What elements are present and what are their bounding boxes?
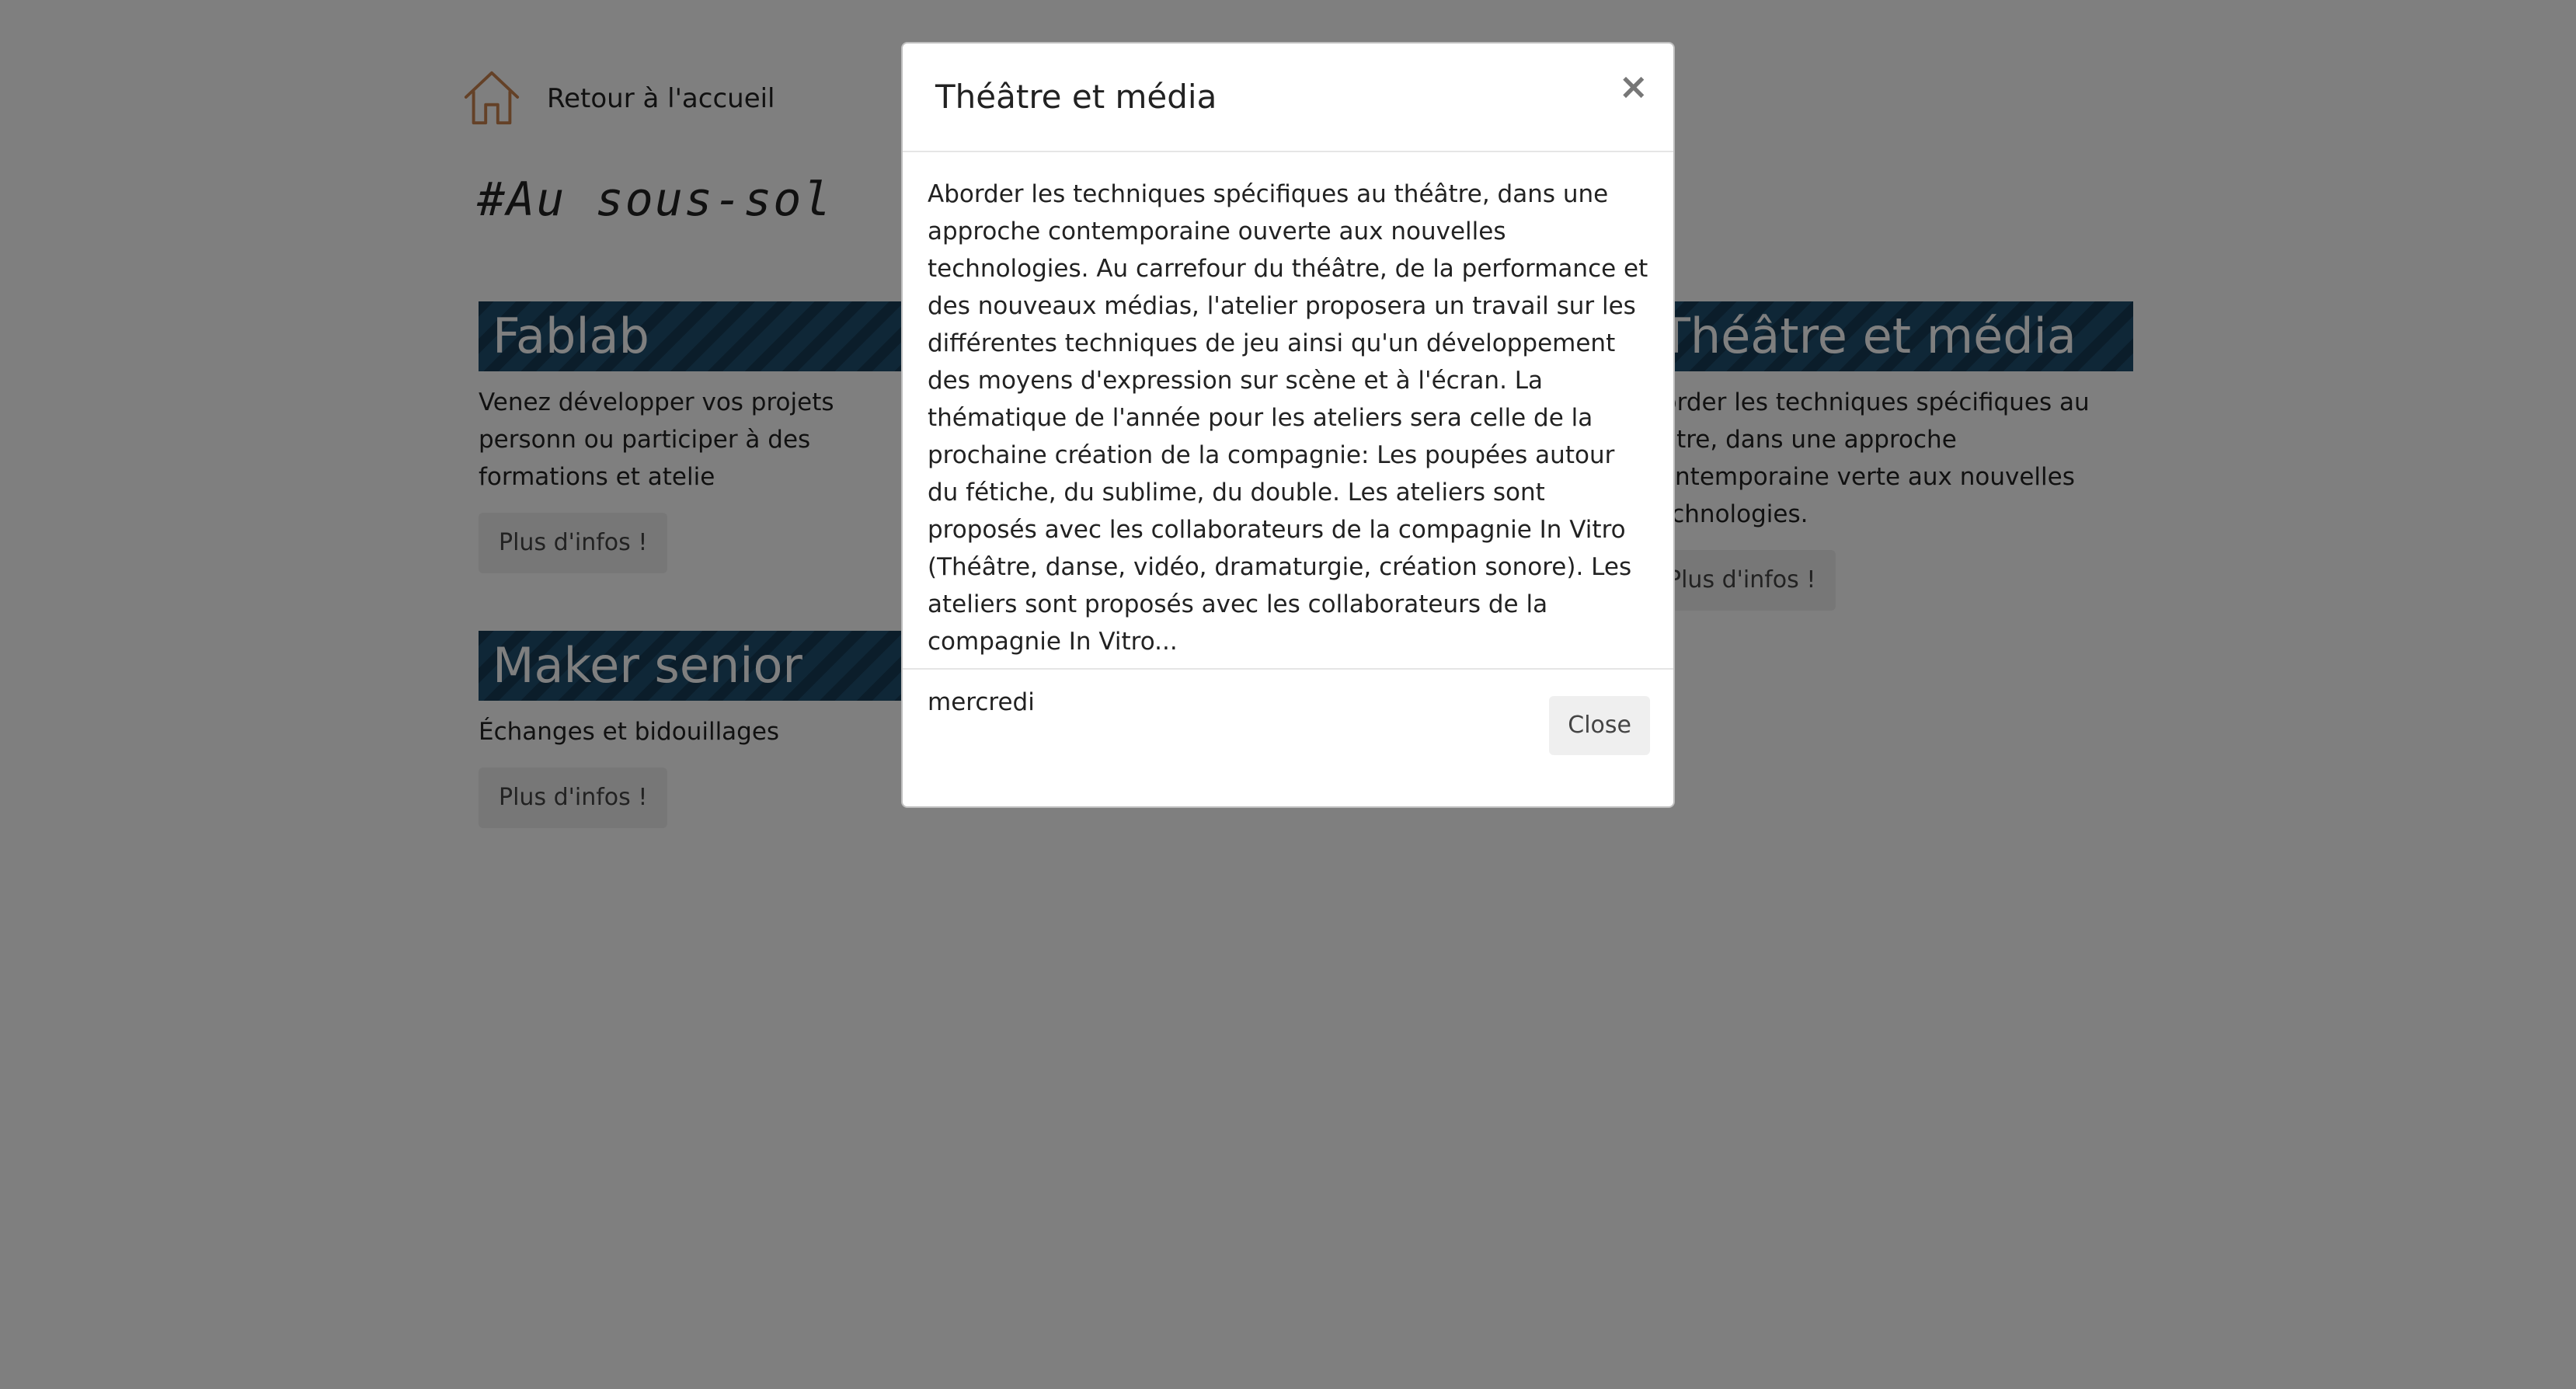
modal-footer: Close (903, 668, 1673, 806)
modal-description: Aborder les techniques spécifiques au th… (928, 180, 1648, 656)
close-button[interactable]: Close (1549, 696, 1650, 755)
modal-dialog: Théâtre et média × Aborder les technique… (901, 42, 1675, 808)
modal-title: Théâtre et média (935, 78, 1217, 116)
close-icon[interactable]: × (1618, 68, 1648, 104)
modal-header: Théâtre et média × (903, 44, 1673, 152)
modal-body: Aborder les techniques spécifiques au th… (903, 152, 1673, 716)
